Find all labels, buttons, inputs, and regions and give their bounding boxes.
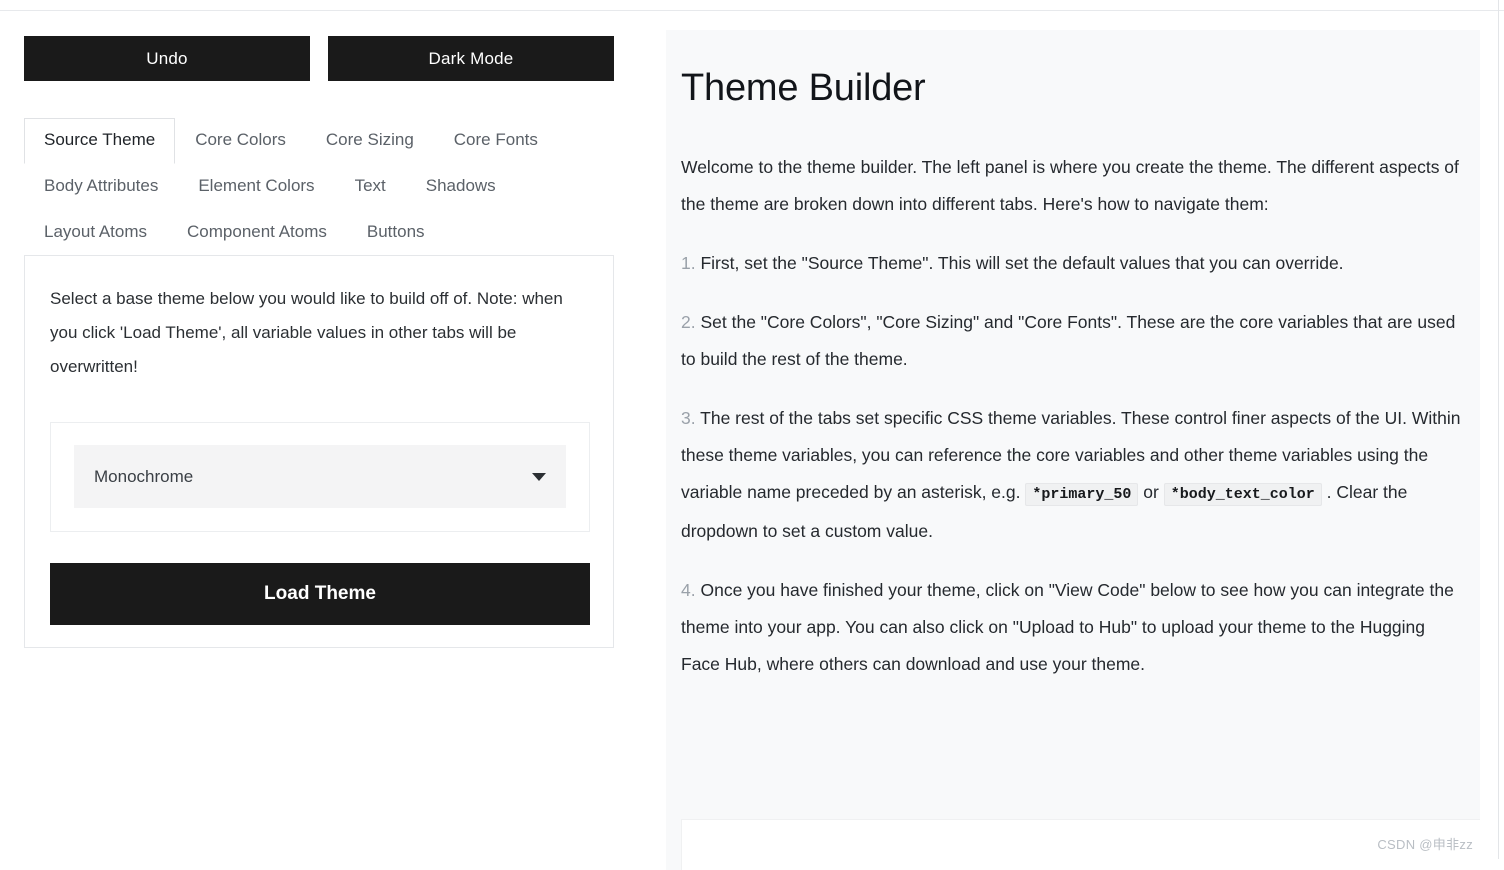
tab-label: Layout Atoms — [44, 222, 148, 241]
undo-button-label: Undo — [146, 48, 188, 68]
tab-label: Component Atoms — [187, 222, 327, 241]
tab-core-sizing[interactable]: Core Sizing — [306, 118, 434, 164]
tab-core-fonts[interactable]: Core Fonts — [434, 118, 558, 164]
tab-label: Buttons — [366, 222, 425, 241]
step-text: Once you have finished your theme, click… — [681, 580, 1454, 674]
watermark: CSDN @申非zz — [1377, 837, 1473, 852]
undo-button[interactable]: Undo — [24, 36, 310, 81]
tab-label: Text — [354, 176, 386, 195]
source-theme-panel: Select a base theme below you would like… — [24, 255, 614, 648]
step-number: 2. — [681, 312, 696, 332]
tab-body-attributes[interactable]: Body Attributes — [24, 164, 178, 210]
tab-shadows[interactable]: Shadows — [406, 164, 516, 210]
page-title: Theme Builder — [681, 67, 926, 109]
tab-core-colors[interactable]: Core Colors — [175, 118, 306, 164]
tab-label: Core Sizing — [325, 130, 414, 149]
step-number: 4. — [681, 580, 696, 600]
tab-component-atoms[interactable]: Component Atoms — [167, 210, 347, 256]
step-item-2: 2. Set the "Core Colors", "Core Sizing" … — [681, 304, 1461, 378]
step-number: 3. — [681, 408, 696, 428]
step-text-middle: or — [1143, 482, 1159, 502]
intro-paragraph: Welcome to the theme builder. The left p… — [681, 157, 1459, 214]
step-number: 1. — [681, 253, 696, 273]
code-body-text-color: *body_text_color — [1163, 483, 1322, 506]
tab-label: Core Colors — [195, 130, 286, 149]
tab-label: Body Attributes — [44, 176, 159, 195]
chevron-down-icon[interactable] — [532, 472, 546, 481]
source-theme-select-value: Monochrome — [94, 466, 194, 486]
step-text: Set the "Core Colors", "Core Sizing" and… — [681, 312, 1456, 369]
step-text: First, set the "Source Theme". This will… — [700, 253, 1344, 273]
toolbar: Undo Dark Mode — [0, 11, 638, 81]
load-theme-button[interactable]: Load Theme — [50, 563, 590, 625]
step-item-1: 1. First, set the "Source Theme". This w… — [681, 245, 1461, 282]
step-item-3: 3. The rest of the tabs set specific CSS… — [681, 400, 1461, 550]
source-theme-description: Select a base theme below you would like… — [50, 289, 563, 376]
documentation-panel: Theme Builder Welcome to the theme build… — [666, 30, 1480, 870]
load-theme-button-label: Load Theme — [264, 583, 376, 604]
tab-label: Source Theme — [44, 130, 156, 149]
step-item-4: 4. Once you have finished your theme, cl… — [681, 572, 1461, 683]
tab-buttons[interactable]: Buttons — [347, 210, 445, 256]
tab-label: Shadows — [425, 176, 496, 195]
code-output-card — [681, 819, 1480, 870]
source-theme-select[interactable]: Monochrome — [74, 445, 566, 508]
tab-source-theme[interactable]: Source Theme — [24, 118, 176, 164]
tab-text[interactable]: Text — [335, 164, 406, 210]
tab-label: Core Fonts — [453, 130, 538, 149]
source-theme-dropdown-group: Monochrome — [50, 422, 590, 532]
tab-label: Element Colors — [198, 176, 315, 195]
left-panel: Undo Dark Mode Source Theme Core Colors … — [0, 11, 666, 648]
code-primary-50: *primary_50 — [1025, 483, 1139, 506]
tab-element-colors[interactable]: Element Colors — [178, 164, 334, 210]
dark-mode-button[interactable]: Dark Mode — [328, 36, 614, 81]
dark-mode-button-label: Dark Mode — [428, 48, 514, 68]
theme-builder-app: Undo Dark Mode Source Theme Core Colors … — [0, 11, 1504, 870]
tab-bar: Source Theme Core Colors Core Sizing Cor… — [24, 118, 614, 256]
tab-layout-atoms[interactable]: Layout Atoms — [24, 210, 167, 256]
